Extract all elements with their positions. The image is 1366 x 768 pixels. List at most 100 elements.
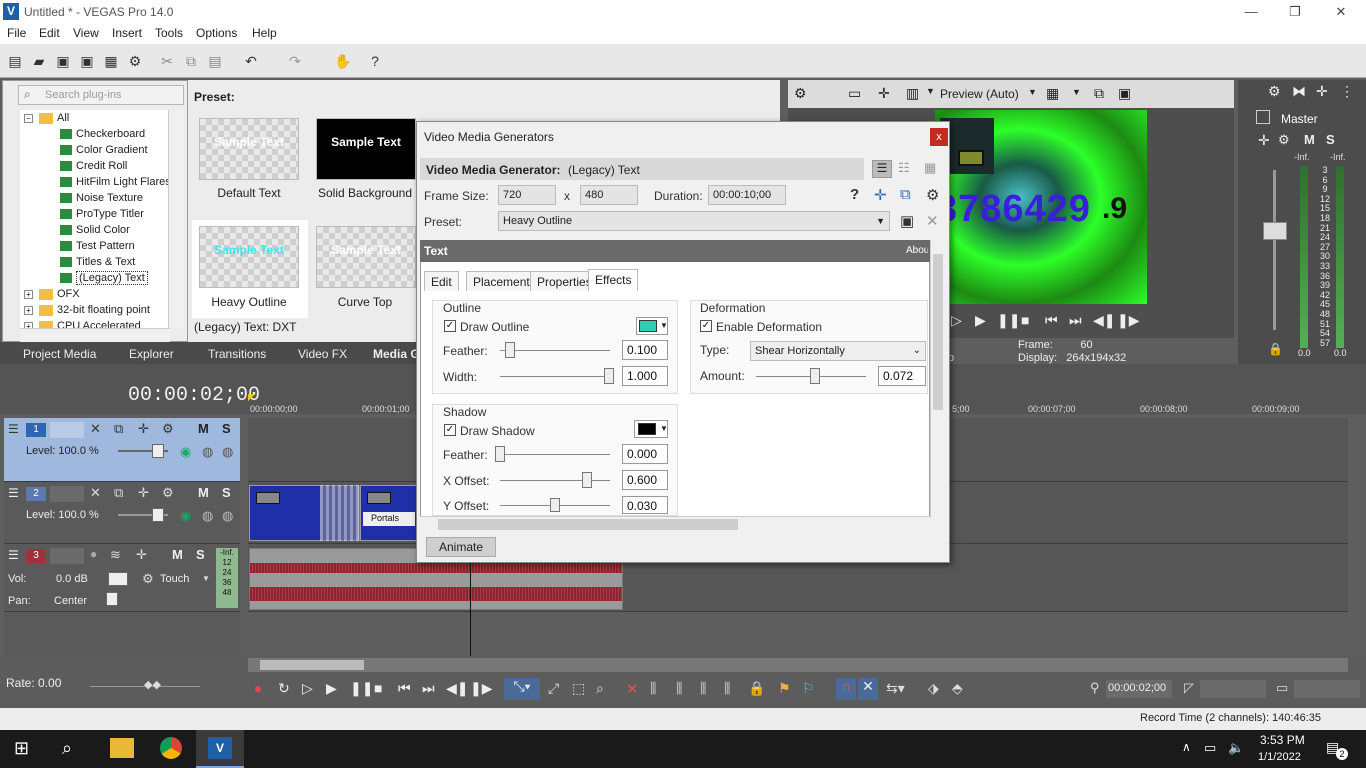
play-icon[interactable]: ▶ — [975, 312, 986, 329]
master-fx-gear-icon[interactable]: ⚙ — [1278, 132, 1290, 148]
master-solo-button[interactable]: S — [1326, 132, 1335, 147]
preset-thumb-heavy-outline[interactable]: Sample Text — [199, 226, 299, 288]
preset-thumb-curve-top[interactable]: Sample Text — [316, 226, 416, 288]
tree-item[interactable]: ProType Titler — [60, 206, 144, 222]
tree-folder[interactable]: + OFX — [24, 286, 80, 302]
video-event-clip[interactable]: Portals — [360, 485, 418, 541]
scrollbar-thumb[interactable] — [438, 519, 738, 530]
search-icon[interactable]: ⌕ — [62, 738, 72, 759]
tab-media-generators[interactable]: Media G — [373, 347, 420, 361]
tray-chevron-up-icon[interactable]: ∧ — [1182, 740, 1191, 754]
paste-icon[interactable]: ▤ — [206, 52, 224, 70]
menu-options[interactable]: Options — [196, 26, 237, 40]
lock-envelopes-icon[interactable]: ⬗ — [928, 680, 939, 697]
tree-item[interactable]: Checkerboard — [60, 126, 145, 142]
track-name-field[interactable] — [50, 548, 84, 564]
deformation-type-select[interactable]: Shear Horizontally ⌄ — [750, 341, 926, 361]
trim-start-icon[interactable]: ⫼ — [676, 680, 682, 697]
vegas-taskbar-button[interactable]: V — [196, 730, 244, 768]
invert-phase-icon[interactable]: ≋ — [110, 547, 121, 563]
tree-horizontal-scrollbar[interactable] — [20, 328, 170, 342]
y-offset-input[interactable]: 0.030 — [622, 496, 668, 514]
scrollbar-thumb[interactable] — [260, 660, 364, 670]
bypass-motion-blur-icon[interactable]: ✕ — [90, 485, 101, 501]
menu-file[interactable]: File — [7, 26, 26, 40]
preview-settings-gear-icon[interactable]: ⚙ — [794, 85, 807, 102]
outline-color-picker[interactable]: ▼ — [636, 317, 668, 335]
restore-button[interactable]: ❐ — [1282, 2, 1308, 22]
collapse-icon[interactable]: − — [24, 113, 33, 123]
volume-muted-icon[interactable]: 🔈 — [1228, 740, 1244, 756]
shadow-color-picker[interactable]: ▼ — [634, 420, 668, 438]
track-motion-icon[interactable]: ⧉ — [114, 485, 123, 501]
automation-gear-icon[interactable]: ⚙ — [142, 571, 154, 587]
tree-item[interactable]: (Legacy) Text — [60, 270, 148, 286]
volume-slider-thumb[interactable] — [108, 572, 128, 586]
pan-slider-thumb[interactable] — [106, 592, 118, 606]
track-motion-icon[interactable]: ⧉ — [114, 421, 123, 437]
chrome-icon[interactable] — [160, 737, 182, 759]
chevron-down-icon[interactable]: ▼ — [1072, 87, 1081, 97]
save-as-icon[interactable]: ▣ — [78, 52, 96, 70]
downmix-icon[interactable]: ⧓ — [1292, 83, 1306, 100]
selection-length-field[interactable] — [1294, 680, 1360, 698]
composite-mode-icon[interactable]: ◉ — [180, 508, 191, 524]
y-offset-slider-thumb[interactable] — [550, 498, 560, 512]
insert-marker-icon[interactable]: ⚑ — [778, 680, 791, 697]
pause-icon[interactable]: ❚❚ — [997, 312, 1020, 329]
expand-icon[interactable]: + — [24, 289, 33, 299]
ignore-grouping-icon[interactable]: ⬘ — [952, 680, 963, 697]
dialog-horizontal-scrollbar[interactable] — [420, 516, 930, 532]
tree-vertical-scrollbar[interactable] — [168, 110, 184, 328]
preset-select[interactable]: Heavy Outline ▼ — [498, 211, 890, 231]
tree-item[interactable]: Titles & Text — [60, 254, 135, 270]
master-settings-gear-icon[interactable]: ⚙ — [1268, 83, 1281, 100]
chevron-down-icon[interactable]: ▼ — [1028, 87, 1037, 97]
lock-event-icon[interactable]: 🔒 — [748, 680, 765, 697]
tree-item[interactable]: Solid Color — [60, 222, 130, 238]
master-pan-icon[interactable]: ✛ — [1258, 132, 1270, 149]
draw-outline-checkbox[interactable]: ✓ — [444, 320, 456, 332]
x-offset-input[interactable]: 0.600 — [622, 470, 668, 490]
tab-video-fx[interactable]: Video FX — [298, 347, 347, 361]
cut-icon[interactable]: ✂ — [158, 52, 176, 70]
track-mute-button[interactable]: M — [172, 547, 183, 562]
tree-item[interactable]: Credit Roll — [60, 158, 127, 174]
outline-feather-input[interactable]: 0.100 — [622, 340, 668, 360]
tree-folder[interactable]: + CPU Accelerated — [24, 318, 141, 328]
pause-icon[interactable]: ❚❚ — [350, 680, 373, 697]
new-icon[interactable]: ▤ — [6, 52, 24, 70]
shadow-feather-slider-thumb[interactable] — [495, 446, 505, 462]
selection-tool-icon[interactable]: ⬚ — [572, 680, 585, 697]
arm-record-icon[interactable]: ● — [90, 547, 97, 561]
redo-icon[interactable]: ↷ — [286, 52, 304, 70]
lock-icon[interactable]: 🔒 — [1268, 342, 1283, 356]
audio-fx-icon[interactable]: ✛ — [136, 547, 147, 563]
pan-crop-icon[interactable]: ⧉ — [900, 186, 911, 203]
menu-tools[interactable]: Tools — [155, 26, 183, 40]
grid-icon[interactable]: ▦ — [1046, 85, 1059, 102]
duration-input[interactable]: 00:00:10;00 — [708, 185, 786, 205]
cursor-position-field[interactable]: 00:00:02;00 — [1106, 680, 1172, 698]
deformation-amount-input[interactable]: 0.072 — [878, 366, 926, 386]
level-slider-thumb[interactable] — [152, 444, 164, 458]
dialog-vertical-scrollbar[interactable] — [930, 240, 945, 518]
rate-slider-thumb[interactable]: ◆◆ — [144, 678, 161, 691]
save-preset-icon[interactable]: ▣ — [900, 212, 914, 230]
enable-deformation-checkbox[interactable]: ✓ — [700, 320, 712, 332]
preview-quality-select[interactable]: Preview (Auto) — [940, 87, 1019, 101]
tree-item[interactable]: Color Gradient — [60, 142, 148, 158]
menu-edit[interactable]: Edit — [39, 26, 60, 40]
previous-frame-icon[interactable]: ◀❚ — [446, 680, 469, 697]
preset-thumb-solid-background[interactable]: Sample Text — [316, 118, 416, 180]
tree-item[interactable]: Noise Texture — [60, 190, 143, 206]
view-list-icon[interactable]: ☰ — [872, 160, 892, 178]
network-icon[interactable]: ▭ — [1204, 740, 1216, 756]
automation-mode[interactable]: Touch — [160, 573, 189, 585]
tab-explorer[interactable]: Explorer — [129, 347, 174, 361]
draw-shadow-checkbox[interactable]: ✓ — [444, 424, 456, 436]
auto-ripple-icon[interactable]: ⇆▾ — [886, 680, 905, 697]
chevron-down-icon[interactable]: ▼ — [202, 574, 210, 583]
whats-this-help-icon[interactable]: ? — [366, 52, 384, 70]
zoom-tool-icon[interactable]: ⌕ — [596, 680, 604, 697]
